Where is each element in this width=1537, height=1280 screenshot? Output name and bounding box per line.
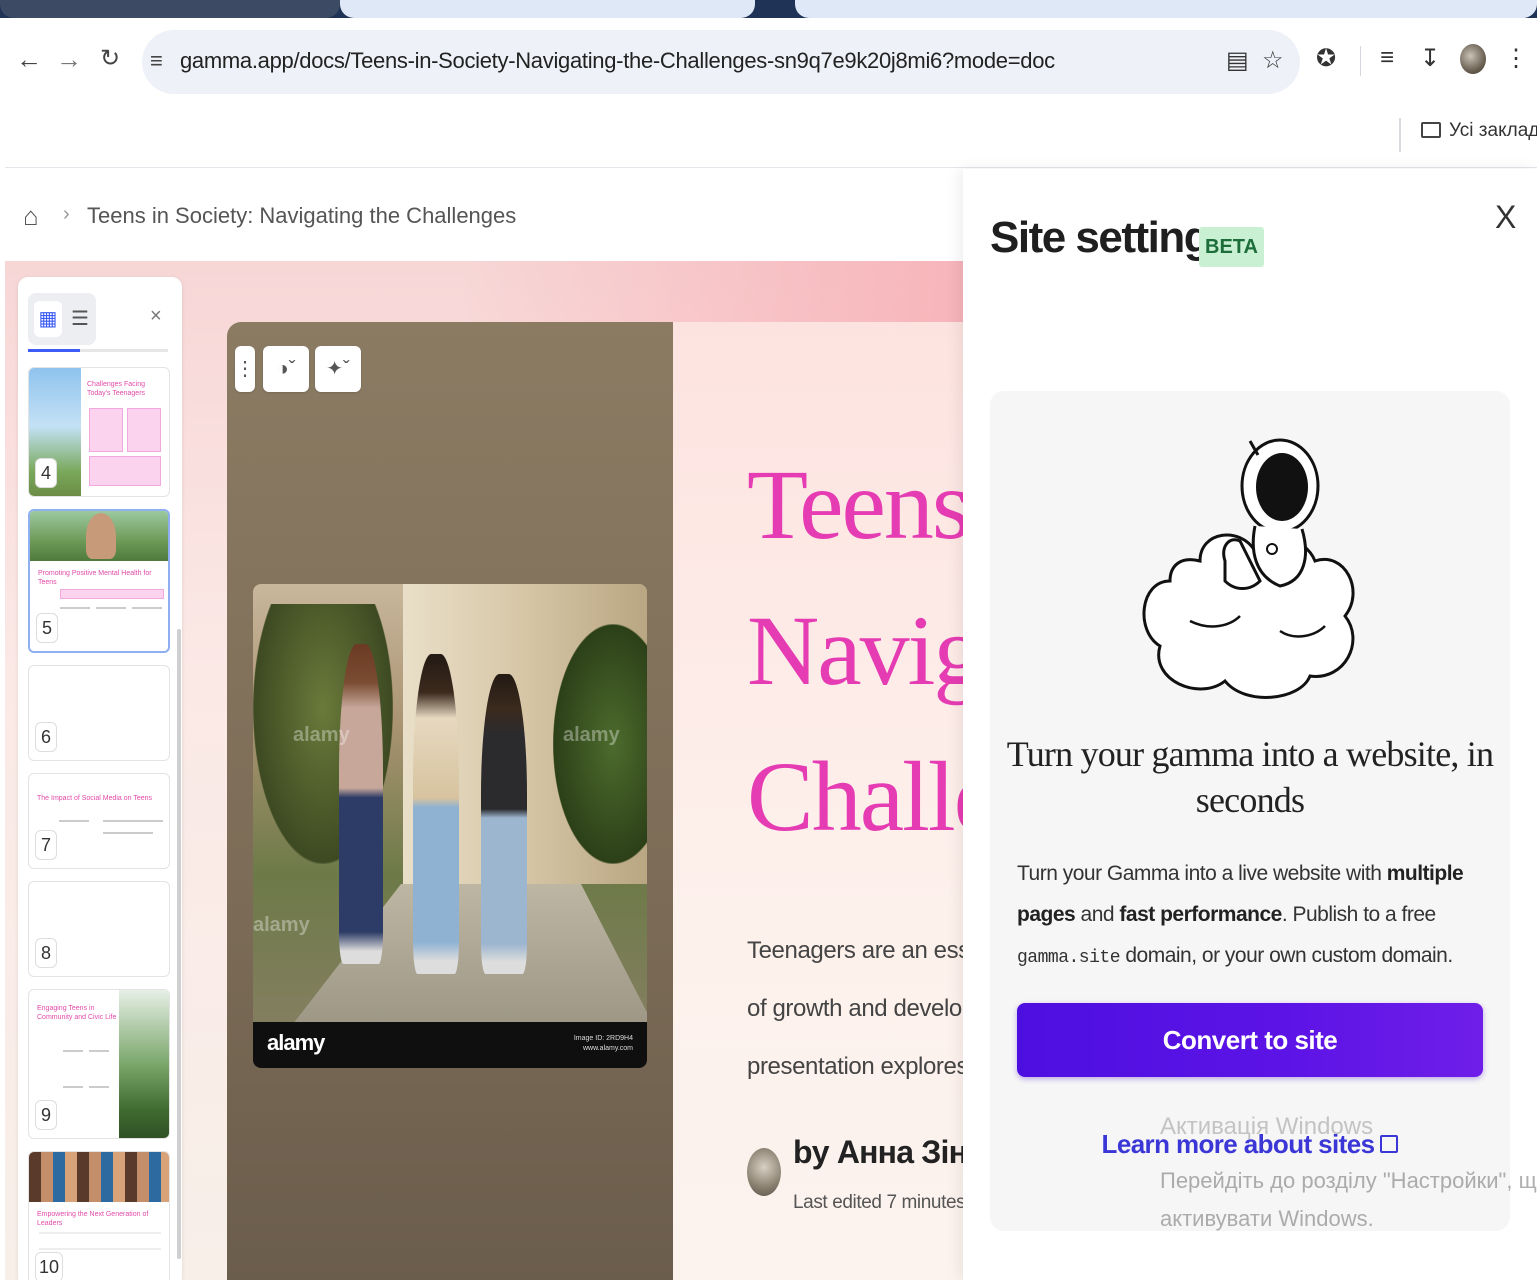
author-name: by Анна Зінов' bbox=[793, 1134, 987, 1170]
address-bar[interactable]: ≡ gamma.app/docs/Teens-in-Society-Naviga… bbox=[142, 30, 1300, 94]
card-headline: Turn your gamma into a website, in secon… bbox=[1006, 734, 1494, 820]
close-panel-icon[interactable]: × bbox=[150, 305, 162, 328]
beta-badge: BETA bbox=[1199, 227, 1264, 267]
site-info-icon[interactable]: ≡ bbox=[150, 48, 176, 76]
thumbnail-panel: ▦ ☰ × Challenges Facing Today's Teenager… bbox=[18, 277, 182, 1280]
ai-sparkle-icon[interactable]: ✦ˇ bbox=[315, 346, 361, 392]
thumbnail-card[interactable]: Engaging Teens in Community and Civic Li… bbox=[28, 989, 170, 1139]
reload-icon[interactable]: ↻ bbox=[97, 44, 123, 74]
slide-photo[interactable]: alamy alamy alamy alamy Image ID: 2RD9H4… bbox=[253, 584, 647, 1068]
tab-edge[interactable] bbox=[795, 0, 1537, 18]
close-icon[interactable]: X bbox=[1495, 199, 1516, 236]
author-avatar bbox=[747, 1148, 781, 1196]
thumbnail-title: Challenges Facing Today's Teenagers bbox=[87, 381, 146, 397]
back-icon[interactable]: ← bbox=[16, 44, 42, 74]
folder-icon bbox=[1421, 122, 1441, 138]
thumbnail-card[interactable]: 6 bbox=[28, 665, 170, 761]
thumbnail-number: 6 bbox=[35, 722, 57, 752]
profile-avatar[interactable] bbox=[1460, 44, 1486, 74]
view-toggle: ▦ ☰ bbox=[28, 293, 96, 345]
last-edited: Last edited 7 minutes ago bbox=[793, 1192, 987, 1213]
url-text[interactable]: gamma.app/docs/Teens-in-Society-Navigati… bbox=[180, 48, 1055, 74]
toolbar-divider bbox=[1360, 46, 1361, 76]
thumbnail-number: 4 bbox=[35, 458, 57, 488]
chevron-right-icon: › bbox=[63, 203, 70, 225]
astronaut-illustration bbox=[1142, 438, 1355, 699]
thumbnail-card[interactable]: Challenges Facing Today's Teenagers 4 bbox=[28, 367, 170, 497]
image-credit-band: alamy Image ID: 2RD9H4 www.alamy.com bbox=[253, 1022, 647, 1068]
thumbnail-number: 5 bbox=[36, 613, 58, 643]
panel-title: Site settings bbox=[990, 213, 1234, 262]
image-meta: Image ID: 2RD9H4 www.alamy.com bbox=[573, 1035, 633, 1052]
card-description: Turn your Gamma into a live website with… bbox=[1017, 862, 1464, 968]
slide-title[interactable]: Teens i Navigat Challer bbox=[747, 432, 987, 870]
tab-inactive[interactable] bbox=[0, 0, 340, 18]
external-link-icon bbox=[1380, 1135, 1399, 1153]
reading-list-icon[interactable]: ≡ bbox=[1380, 44, 1394, 72]
slide-image-panel: ⋮ ◑ˇ ✦ˇ alamy alamy alamy alamy Image ID… bbox=[227, 322, 673, 1280]
activation-title: Активація Windows bbox=[1160, 1113, 1374, 1140]
slide-body[interactable]: Teenagers are an essentia of growth and … bbox=[747, 922, 987, 1096]
thumbnail-card-selected[interactable]: Promoting Positive Mental Health for Tee… bbox=[28, 509, 170, 653]
tab-active-edge[interactable] bbox=[340, 0, 755, 18]
thumbnail-number: 8 bbox=[35, 938, 57, 968]
convert-to-site-button[interactable]: Convert to site bbox=[1017, 1003, 1483, 1077]
all-bookmarks-label: Усі закладки bbox=[1449, 120, 1537, 141]
forward-icon[interactable]: → bbox=[56, 44, 82, 74]
grid-view-icon[interactable]: ▦ bbox=[34, 301, 62, 337]
install-app-icon[interactable]: ▤ bbox=[1226, 46, 1249, 75]
breadcrumb-doc-title[interactable]: Teens in Society: Navigating the Challen… bbox=[87, 203, 516, 229]
all-bookmarks-button[interactable]: Усі закладки bbox=[1421, 120, 1537, 142]
panel-tab-indicator bbox=[28, 349, 168, 352]
home-icon[interactable]: ⌂ bbox=[23, 201, 39, 232]
thumbnail-card[interactable]: The Impact of Social Media on Teens 7 bbox=[28, 773, 170, 869]
bookmarks-bar: Усі закладки bbox=[5, 106, 1537, 168]
thumbnail-title: Engaging Teens in Community and Civic Li… bbox=[37, 1005, 117, 1021]
thumbnail-title: Empowering the Next Generation of Leader… bbox=[37, 1211, 149, 1227]
convert-site-card: Turn your gamma into a website, in secon… bbox=[990, 391, 1510, 1231]
alamy-logo: alamy bbox=[267, 1030, 325, 1055]
extensions-star-icon[interactable]: ✪ bbox=[1316, 44, 1336, 73]
thumbnail-card[interactable]: 8 bbox=[28, 881, 170, 977]
drag-handle-icon[interactable]: ⋮ bbox=[235, 346, 255, 392]
thumbnail-title: Promoting Positive Mental Health for Tee… bbox=[38, 570, 152, 586]
bookmark-star-icon[interactable]: ☆ bbox=[1262, 46, 1284, 75]
tab-strip bbox=[0, 0, 1537, 18]
thumbnail-number: 7 bbox=[35, 830, 57, 860]
activation-line: Перейдіть до розділу "Настройки", щоб bbox=[1160, 1168, 1537, 1193]
menu-kebab-icon[interactable]: ⋮ bbox=[1504, 44, 1528, 73]
download-icon[interactable]: ↧ bbox=[1420, 44, 1440, 73]
bookmarks-divider bbox=[1399, 118, 1401, 152]
list-view-icon[interactable]: ☰ bbox=[68, 301, 92, 337]
thumbnail-title: The Impact of Social Media on Teens bbox=[37, 795, 153, 802]
thumbnail-number: 10 bbox=[35, 1252, 64, 1280]
thumbnail-scrollbar[interactable] bbox=[177, 629, 181, 1259]
thumbnail-card[interactable]: Empowering the Next Generation of Leader… bbox=[28, 1151, 170, 1280]
breadcrumb: ⌂ › Teens in Society: Navigating the Cha… bbox=[5, 169, 965, 261]
thumbnail-number: 9 bbox=[35, 1100, 57, 1130]
palette-icon[interactable]: ◑ˇ bbox=[263, 346, 309, 392]
slide-card: ⋮ ◑ˇ ✦ˇ alamy alamy alamy alamy Image ID… bbox=[227, 322, 987, 1280]
slide-text-panel: Teens i Navigat Challer Teenagers are an… bbox=[673, 322, 987, 1280]
activation-line: активувати Windows. bbox=[1160, 1206, 1374, 1231]
